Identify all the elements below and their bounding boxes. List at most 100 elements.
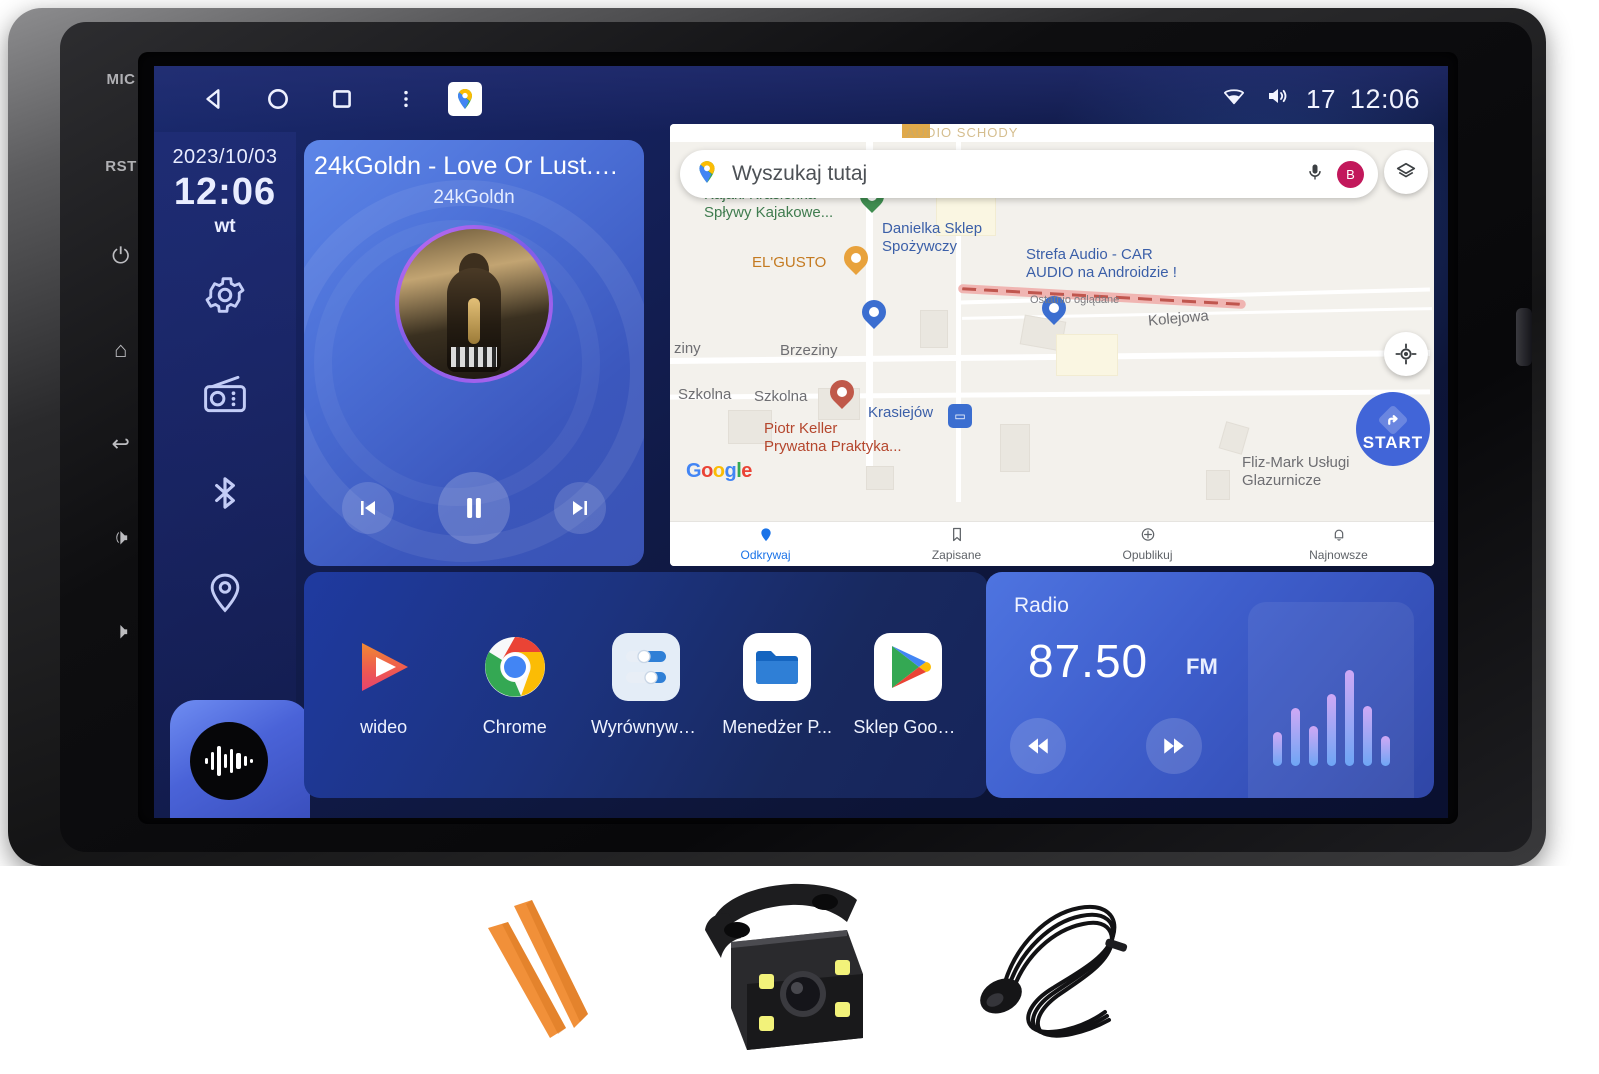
media-artist: 24kGoldn bbox=[433, 187, 515, 208]
radio-seek-down-button[interactable] bbox=[1010, 718, 1066, 774]
home-icon[interactable]: ⌂ bbox=[114, 338, 128, 361]
media-track-title: 24kGoldn - Love Or Lust.mp3 bbox=[314, 152, 634, 180]
settings-gear-icon[interactable] bbox=[202, 272, 248, 323]
video-player-icon bbox=[350, 633, 418, 701]
map-nav-najnowsze[interactable]: Najnowsze bbox=[1243, 526, 1434, 562]
next-track-button[interactable] bbox=[554, 482, 606, 534]
back-triangle-icon[interactable] bbox=[182, 86, 246, 112]
google-watermark: Google bbox=[686, 460, 752, 482]
bookmark-icon bbox=[949, 526, 965, 546]
visualizer-bar bbox=[1344, 670, 1354, 766]
accessories-strip bbox=[0, 866, 1599, 1074]
map-label-danielka: Danielka Sklep Spożywczy bbox=[882, 220, 983, 255]
map-label-fliz-mark: Fliz-Mark Usługi Glazurnicze bbox=[1242, 454, 1350, 489]
map-search-bar[interactable]: Wyszukaj tutaj B bbox=[680, 150, 1378, 198]
map-block bbox=[1206, 470, 1230, 500]
map-block bbox=[1218, 421, 1250, 455]
overflow-menu-icon[interactable] bbox=[374, 86, 438, 112]
google-maps-card[interactable]: AUDIO SCHODY ▭ Spływy Kajakowe... Daniel… bbox=[670, 124, 1434, 566]
map-nav-zapisane[interactable]: Zapisane bbox=[861, 526, 1052, 562]
plus-circle-icon bbox=[1140, 526, 1156, 546]
visualizer-bar bbox=[1290, 708, 1300, 766]
album-art-bar bbox=[451, 347, 497, 367]
equalizer-icon bbox=[611, 632, 680, 701]
media-controls bbox=[304, 472, 644, 544]
google-maps-pin-icon bbox=[694, 159, 720, 190]
rail-time: 12:06 bbox=[173, 171, 277, 213]
wifi-icon bbox=[1220, 85, 1248, 114]
map-nav-label: Opublikuj bbox=[1122, 548, 1173, 562]
mic-button[interactable]: MIC bbox=[107, 72, 136, 87]
map-label-kolejowa: Kolejowa bbox=[1147, 307, 1210, 330]
cards-area: 24kGoldn - Love Or Lust.mp3 24kGoldn AUD… bbox=[304, 124, 1434, 804]
map-label-krasiejow: Krasiejów bbox=[868, 404, 934, 421]
radio-controls bbox=[1010, 718, 1202, 774]
play-pause-button[interactable] bbox=[438, 472, 510, 544]
microphone-icon[interactable] bbox=[1305, 161, 1325, 188]
avatar[interactable]: B bbox=[1337, 160, 1364, 188]
app-file-manager[interactable]: Menedżer P... bbox=[721, 632, 833, 738]
radio-seek-up-button[interactable] bbox=[1146, 718, 1202, 774]
map-canvas[interactable]: ▭ Kajaki Krasieńka - Spływy Kajakowe... … bbox=[670, 142, 1434, 522]
physical-button-strip: MIC RST ⏻ ⌂ ↩ 🕩 🕨 bbox=[80, 72, 162, 642]
map-block bbox=[1000, 424, 1030, 472]
chrome-icon bbox=[481, 633, 549, 701]
status-clock: 12:06 bbox=[1349, 83, 1420, 114]
car-head-unit-device: MIC RST ⏻ ⌂ ↩ 🕩 🕨 17 12:06 2023/10/03 12… bbox=[8, 8, 1546, 866]
bluetooth-icon[interactable] bbox=[205, 470, 245, 521]
status-indicators: 17 12:06 bbox=[1220, 84, 1448, 115]
google-maps-icon[interactable] bbox=[448, 82, 482, 116]
audio-waveform-icon[interactable] bbox=[190, 722, 268, 800]
map-label-ziny: ziny bbox=[674, 340, 701, 357]
side-knob[interactable] bbox=[1516, 308, 1532, 366]
map-pin-elgusto[interactable] bbox=[839, 241, 873, 278]
app-wideo[interactable]: wideo bbox=[328, 633, 440, 738]
map-label-strefa-audio-sub: Ostatnio oglądane bbox=[1030, 294, 1120, 306]
audio-widget-panel[interactable] bbox=[170, 700, 310, 818]
visualizer-bar bbox=[1380, 736, 1390, 766]
map-bottom-nav: Odkrywaj Zapisane Opublikuj Najnowsze bbox=[670, 521, 1434, 566]
map-nav-opublikuj[interactable]: Opublikuj bbox=[1052, 526, 1243, 562]
app-equalizer[interactable]: Wyrównywa... bbox=[590, 632, 702, 738]
my-location-icon[interactable] bbox=[1384, 332, 1428, 376]
app-label: wideo bbox=[360, 716, 408, 737]
home-circle-icon[interactable] bbox=[246, 86, 310, 112]
map-station-krasiejow[interactable]: ▭ bbox=[948, 404, 972, 428]
map-label-szkolna-2: Szkolna bbox=[754, 388, 808, 405]
radio-card[interactable]: Radio 87.50 FM bbox=[986, 572, 1434, 798]
volume-down-icon[interactable]: 🕨 bbox=[114, 619, 128, 642]
radio-title: Radio bbox=[1014, 594, 1069, 617]
volume-up-icon[interactable]: 🕩 bbox=[114, 526, 128, 548]
external-microphone bbox=[980, 904, 1128, 1038]
backup-camera bbox=[705, 883, 863, 1050]
rail-icon-list bbox=[201, 272, 249, 620]
start-navigation-button[interactable]: START bbox=[1356, 392, 1430, 466]
map-label-strefa-audio: Strefa Audio - CAR AUDIO na Androidzie ! bbox=[1026, 246, 1177, 281]
map-pin-store-1[interactable] bbox=[857, 295, 891, 332]
app-chrome[interactable]: Chrome bbox=[459, 633, 571, 738]
rail-date: 2023/10/03 bbox=[172, 146, 278, 168]
map-nav-label: Odkrywaj bbox=[740, 548, 791, 562]
visualizer-bar bbox=[1308, 726, 1318, 766]
location-pin-icon[interactable] bbox=[203, 569, 247, 620]
bell-icon bbox=[1331, 526, 1347, 546]
visualizer-bar bbox=[1362, 706, 1372, 766]
media-player-card[interactable]: 24kGoldn - Love Or Lust.mp3 24kGoldn bbox=[304, 140, 644, 566]
pry-tools bbox=[488, 900, 588, 1038]
recents-square-icon[interactable] bbox=[310, 86, 374, 112]
app-play-store[interactable]: Sklep Googl... bbox=[852, 632, 964, 738]
radio-icon[interactable] bbox=[201, 371, 249, 422]
map-nav-odkrywaj[interactable]: Odkrywaj bbox=[670, 526, 861, 562]
layers-icon[interactable] bbox=[1384, 150, 1428, 194]
map-pin-piotr-keller[interactable] bbox=[825, 375, 859, 412]
power-icon[interactable]: ⏻ bbox=[112, 245, 130, 267]
map-block bbox=[866, 466, 894, 490]
status-bar: 17 12:06 bbox=[154, 66, 1448, 132]
back-icon[interactable]: ↩ bbox=[112, 432, 131, 455]
previous-track-button[interactable] bbox=[342, 482, 394, 534]
left-rail: 2023/10/03 12:06 wt bbox=[154, 132, 310, 818]
map-zone bbox=[1056, 334, 1118, 376]
map-search-input[interactable]: Wyszukaj tutaj bbox=[732, 162, 1305, 186]
reset-button[interactable]: RST bbox=[105, 159, 137, 174]
radio-frequency: 87.50 bbox=[1028, 635, 1149, 687]
